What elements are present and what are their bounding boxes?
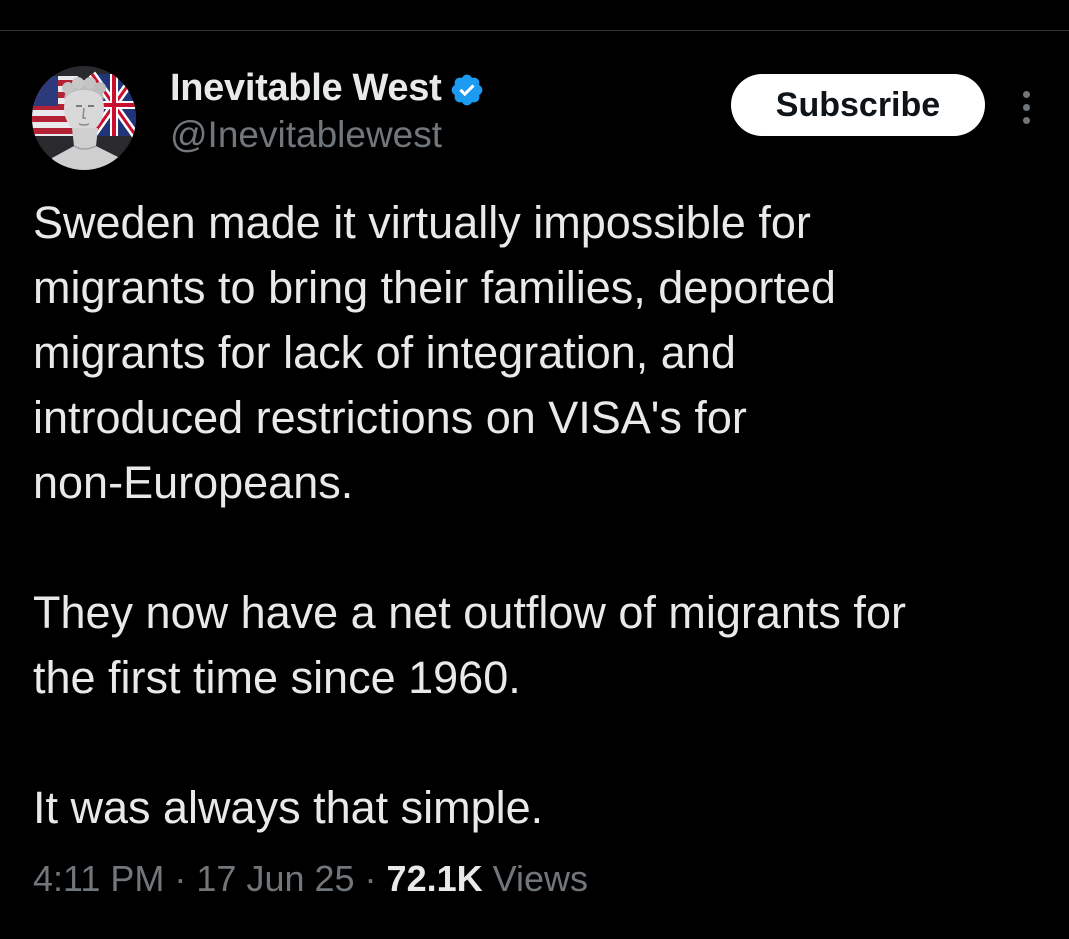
author-name-row[interactable]: Inevitable West	[170, 64, 485, 112]
tweet-line: introduced restrictions on VISA's for	[33, 392, 747, 443]
more-dot	[1022, 103, 1030, 111]
statue-flag-avatar-icon	[32, 66, 136, 170]
more-dot	[1022, 116, 1030, 124]
tweet-line: non-Europeans.	[33, 457, 354, 508]
tweet-line: migrants for lack of integration, and	[33, 327, 736, 378]
tweet-meta: 4:11 PM · 17 Jun 25 · 72.1K Views	[33, 858, 588, 900]
views-label[interactable]: Views	[493, 858, 588, 900]
tweet-line: migrants to bring their families, deport…	[33, 262, 836, 313]
subscribe-button[interactable]: Subscribe	[731, 74, 985, 136]
more-vertical-icon[interactable]	[1010, 82, 1042, 132]
avatar[interactable]	[32, 66, 136, 170]
verified-badge-icon[interactable]	[449, 72, 485, 108]
top-divider	[0, 30, 1069, 31]
display-name[interactable]: Inevitable West	[170, 67, 442, 110]
author-handle[interactable]: @Inevitablewest	[170, 114, 442, 156]
tweet-line: the first time since 1960.	[33, 652, 521, 703]
views-count[interactable]: 72.1K	[387, 858, 483, 900]
tweet-line: They now have a net outflow of migrants …	[33, 587, 906, 638]
meta-separator: ·	[364, 858, 377, 899]
tweet-line: Sweden made it virtually impossible for	[33, 197, 811, 248]
meta-separator: ·	[174, 858, 187, 899]
tweet-line: It was always that simple.	[33, 782, 544, 833]
tweet-time[interactable]: 4:11 PM	[33, 858, 164, 900]
more-dot	[1022, 90, 1030, 98]
tweet-date[interactable]: 17 Jun 25	[196, 858, 354, 900]
tweet-text: Sweden made it virtually impossible for …	[33, 190, 1043, 840]
